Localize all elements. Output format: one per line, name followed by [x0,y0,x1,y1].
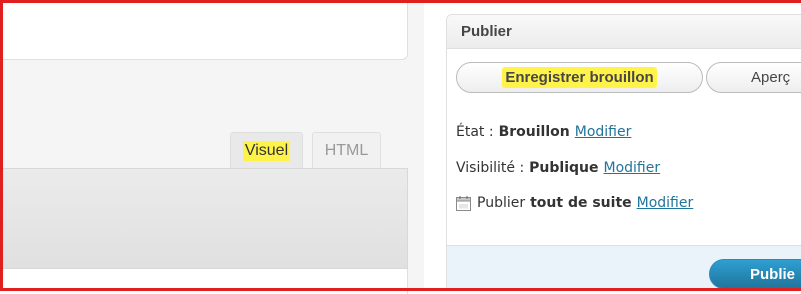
post-title-input[interactable] [3,3,408,60]
publish-label: Publie [750,265,796,283]
status-label: État : [456,124,494,140]
tab-visual[interactable]: Visuel [230,132,303,169]
publishing-actions: Publie [447,245,801,291]
post-editor-area: Visuel HTML [3,3,424,294]
schedule-label: Publier [477,195,526,211]
edit-status-link[interactable]: Modifier [575,124,632,140]
calendar-icon [456,195,471,211]
status-row: État : Brouillon Modifier [456,121,631,143]
status-value: Brouillon [498,124,570,140]
tab-html[interactable]: HTML [312,132,381,169]
publish-box: Publier Enregistrer brouillon Aperç État… [446,14,801,291]
editor-toolbar [3,168,408,269]
schedule-row: Publier tout de suite Modifier [456,192,693,214]
visibility-label: Visibilité : [456,160,525,176]
visibility-value: Publique [529,160,599,176]
preview-label: Aperç [751,69,791,86]
tab-visual-label: Visuel [242,141,291,161]
publish-box-title: Publier [461,23,512,40]
edit-schedule-link[interactable]: Modifier [637,195,694,211]
publish-button[interactable]: Publie [709,259,801,289]
schedule-value: tout de suite [530,195,632,211]
edit-visibility-link[interactable]: Modifier [604,160,661,176]
preview-button[interactable]: Aperç [706,62,801,93]
save-draft-label: Enregistrer brouillon [502,67,657,88]
tab-html-label: HTML [324,142,369,159]
publish-box-header[interactable]: Publier [447,15,801,49]
save-draft-button[interactable]: Enregistrer brouillon [456,62,703,93]
visibility-row: Visibilité : Publique Modifier [456,157,660,179]
editor-content-area[interactable] [3,269,408,294]
